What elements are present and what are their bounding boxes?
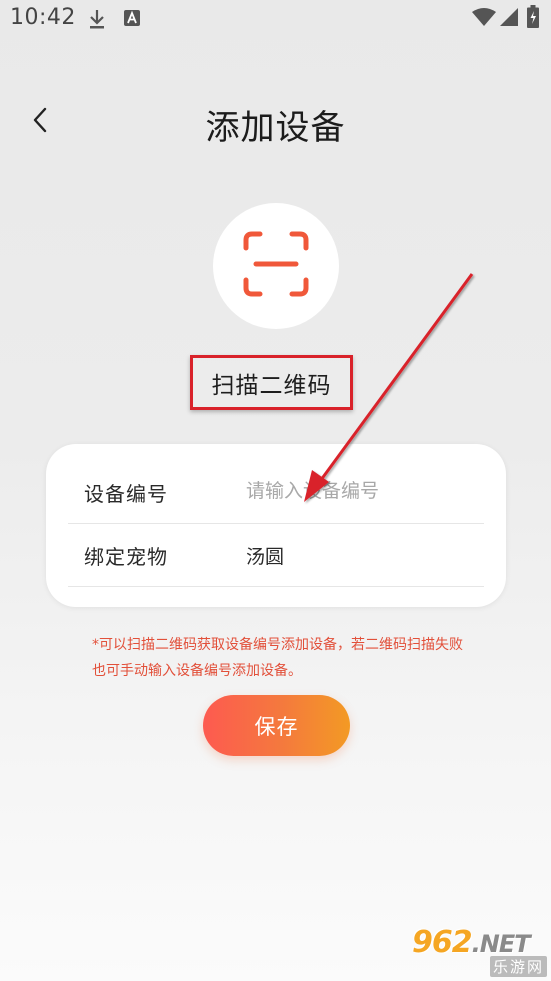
device-number-label: 设备编号 [84,482,168,506]
status-time: 10:42 [10,5,76,30]
device-number-row: 设备编号 [68,460,486,524]
device-number-input[interactable] [246,472,486,510]
scan-qr-icon [242,230,310,302]
app-header: 添加设备 [0,88,551,158]
battery-charging-icon [527,5,539,32]
download-icon [88,8,106,34]
hint-text: *可以扫描二维码获取设备编号添加设备，若二维码扫描失败也可手动输入设备编号添加设… [92,637,463,679]
watermark-suffix: .NET [471,930,531,958]
wifi-icon [472,8,496,30]
signal-icon [500,8,518,30]
save-button[interactable]: 保存 [203,695,350,756]
device-form-card: 设备编号 绑定宠物 汤圆 [46,444,506,607]
watermark-main: 962.NET [412,925,531,960]
watermark-logo: 962.NET 乐游网 [412,925,547,977]
a-notification-icon [124,10,140,30]
scan-label-highlight: 扫描二维码 [190,355,353,410]
status-bar: 10:42 [0,0,551,36]
watermark-number: 962 [412,925,473,960]
page-title: 添加设备 [205,108,346,148]
watermark-sub: 乐游网 [490,956,547,977]
scan-label[interactable]: 扫描二维码 [212,366,332,400]
bind-pet-value[interactable]: 汤圆 [246,542,284,569]
bind-pet-label: 绑定宠物 [84,545,168,569]
bind-pet-row[interactable]: 绑定宠物 汤圆 [68,523,484,587]
scan-qr-button[interactable] [213,203,339,329]
